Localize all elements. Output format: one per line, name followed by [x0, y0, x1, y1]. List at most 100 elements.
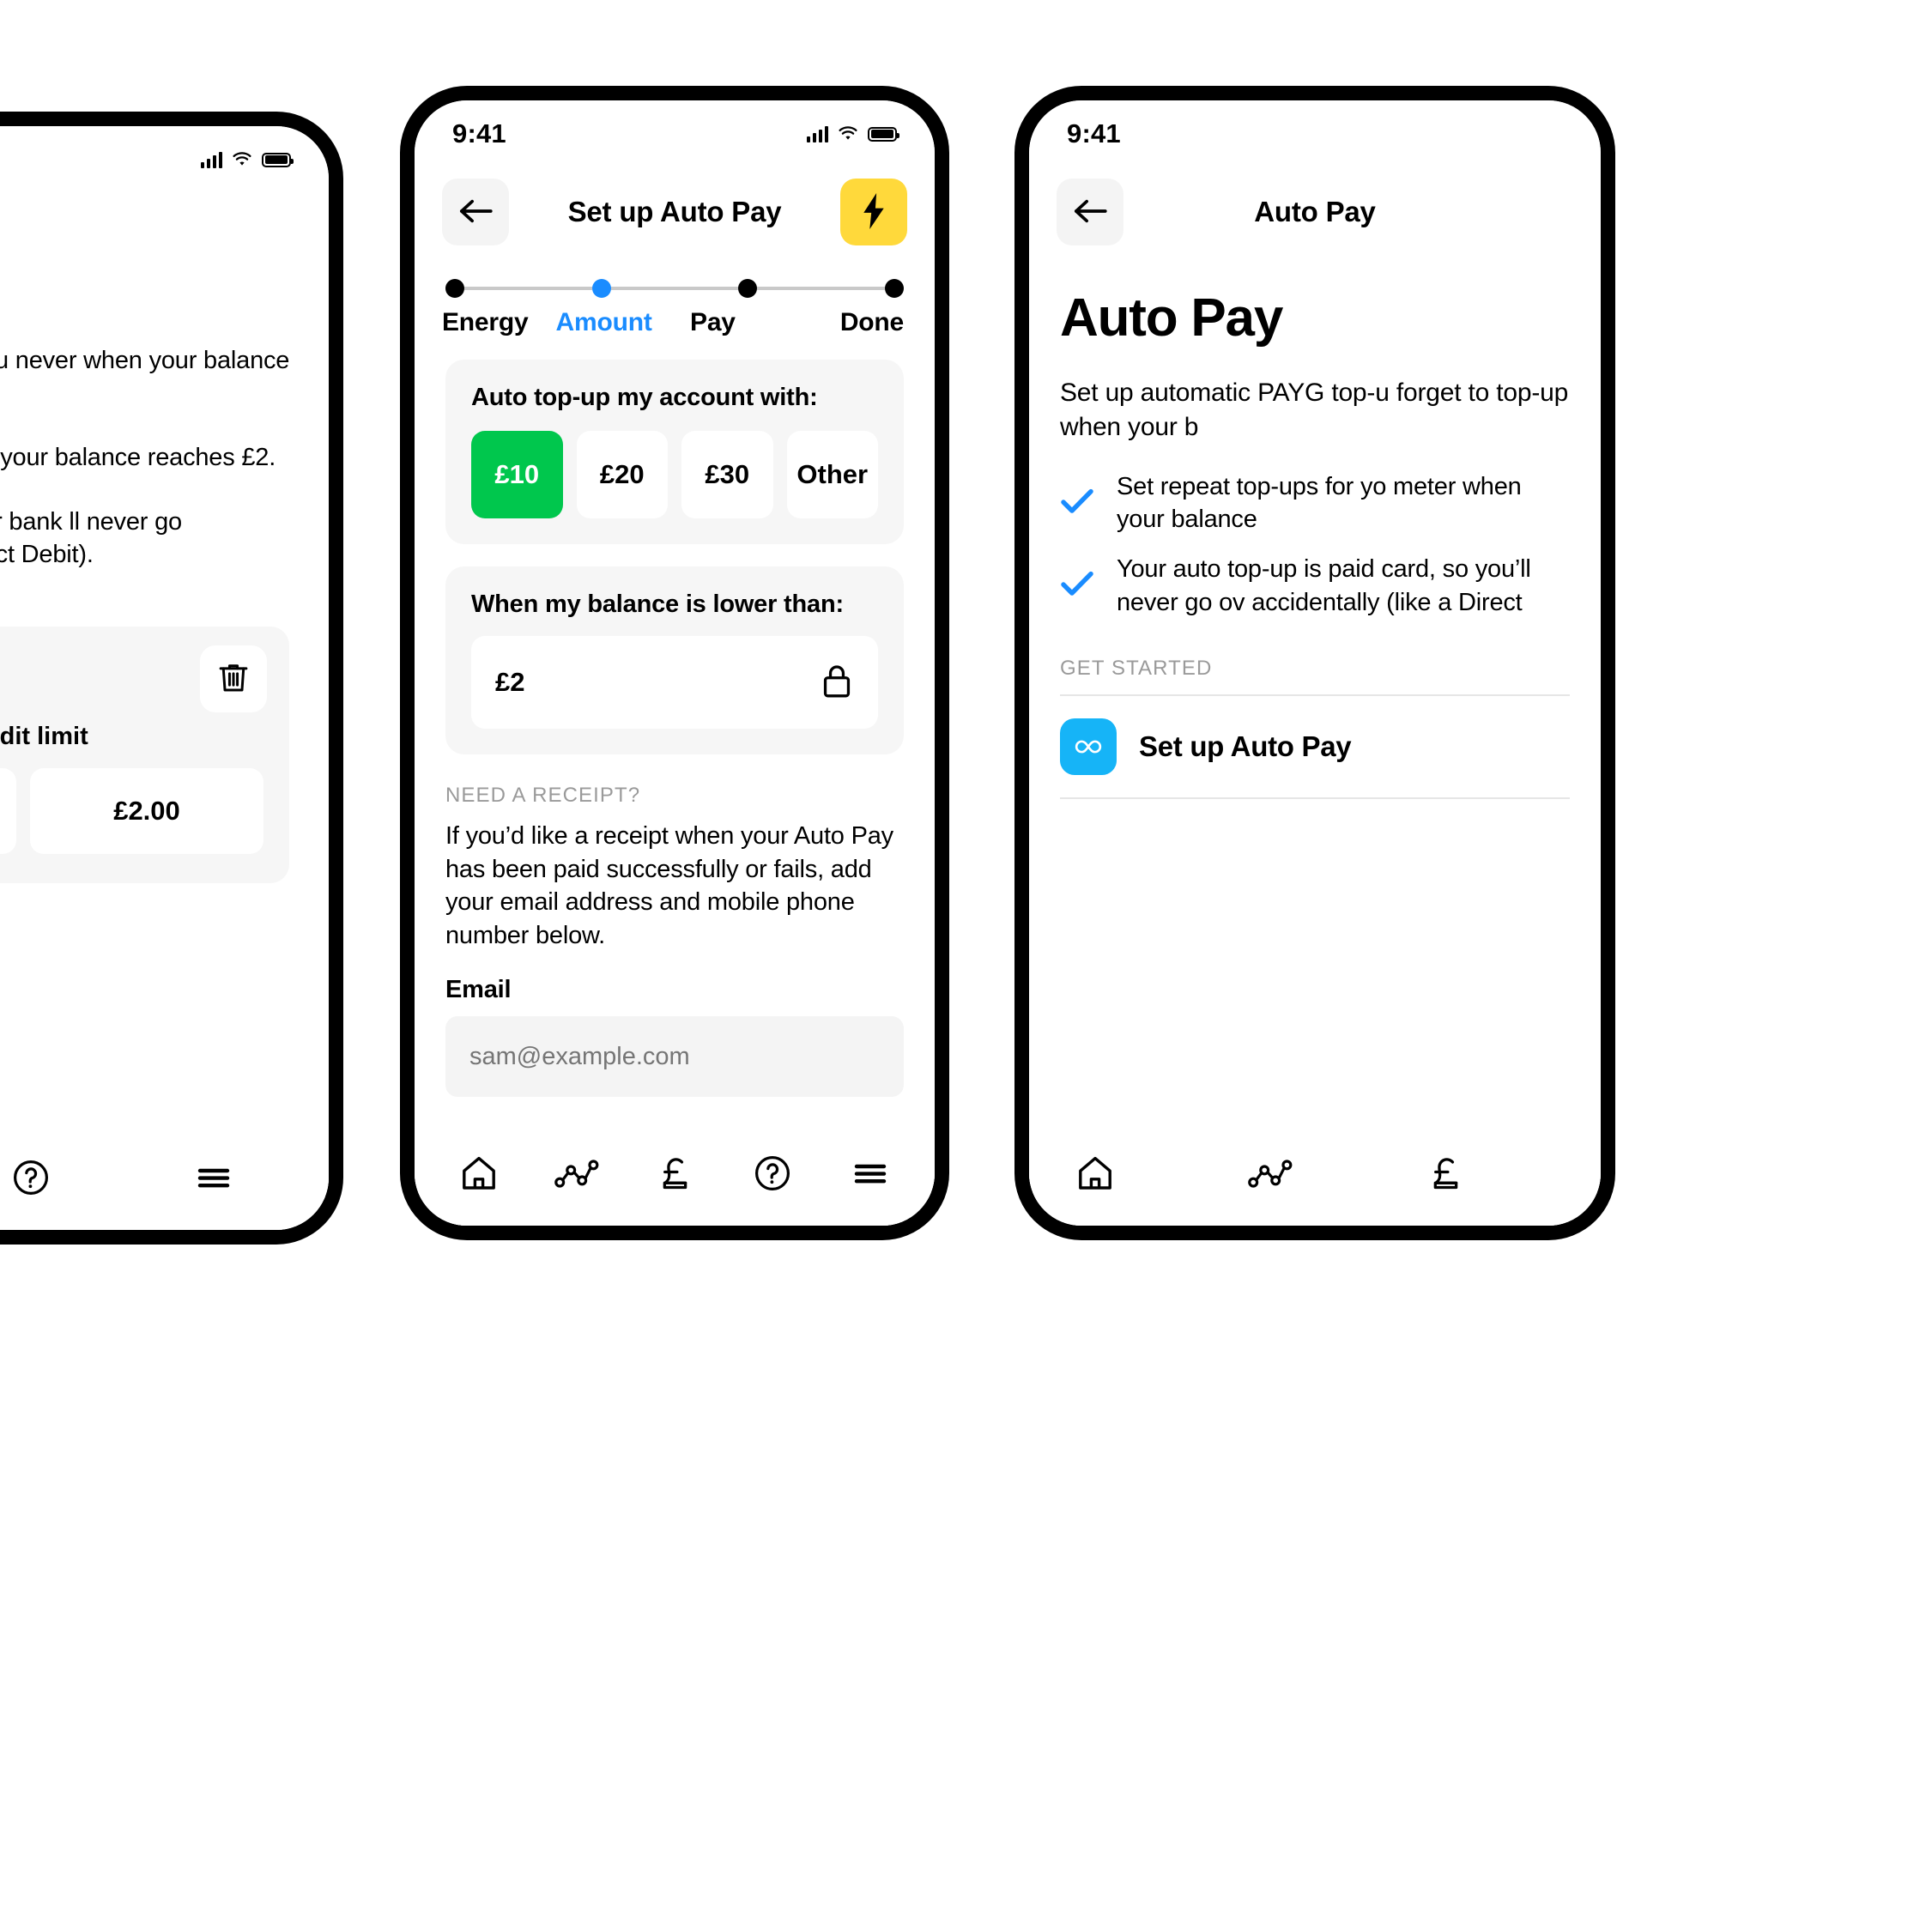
help-icon	[752, 1153, 793, 1196]
tab-help[interactable]	[0, 1142, 68, 1215]
phone-left-content: c PAYG top-ups so you never when your ba…	[0, 284, 329, 883]
status-time-mid: 9:41	[452, 118, 506, 148]
signal-icon	[200, 151, 222, 168]
back-button[interactable]	[1057, 179, 1123, 245]
set-up-auto-pay-label: Set up Auto Pay	[1139, 730, 1352, 762]
step-label-pay[interactable]: Pay	[663, 308, 797, 337]
phone-right: 9:41 Auto Pay Auto Pay Set up automatic …	[1014, 86, 1615, 1240]
lock-icon	[820, 662, 854, 704]
usage-chart-icon	[554, 1156, 599, 1193]
tab-usage[interactable]	[1233, 1137, 1307, 1211]
set-up-auto-pay-row[interactable]: Set up Auto Pay	[1060, 693, 1570, 799]
tab-usage[interactable]	[540, 1137, 614, 1211]
signal-icon	[806, 125, 828, 142]
nav-bar-left: Auto Pay	[0, 181, 329, 276]
tab-menu[interactable]	[177, 1142, 251, 1215]
wifi-icon	[838, 126, 858, 142]
menu-icon	[193, 1157, 234, 1201]
tab-balance[interactable]	[1408, 1137, 1482, 1211]
stepper-track	[445, 279, 905, 298]
receipt-body: If you’d like a receipt when your Auto P…	[445, 822, 893, 949]
delete-button[interactable]	[200, 645, 267, 712]
list-item: Your auto top-up is paid card, so you’ll…	[1060, 553, 1570, 619]
benefit-text-1: Set repeat top-ups for yo meter when you…	[1117, 472, 1522, 534]
email-label: Email	[445, 976, 512, 1004]
left-paragraph-3: op-up is paid with your bank ll never go…	[0, 507, 182, 569]
balance-threshold-value: £2	[495, 667, 525, 697]
step-label-done[interactable]: Done	[797, 308, 904, 337]
benefits-list: Set repeat top-ups for yo meter when you…	[1060, 470, 1570, 619]
stepper-line	[757, 287, 886, 290]
credit-limit-card: Credit limit £2.00	[0, 626, 289, 883]
tab-menu[interactable]	[833, 1137, 907, 1211]
tab-home[interactable]	[1058, 1137, 1132, 1211]
stepper-line	[464, 287, 592, 290]
step-dot-energy[interactable]	[445, 279, 464, 298]
email-input[interactable]	[445, 1016, 904, 1098]
back-button[interactable]	[442, 179, 509, 245]
check-icon	[1060, 488, 1094, 519]
help-icon	[10, 1157, 51, 1201]
left-paragraph-1: c PAYG top-ups so you never when your ba…	[0, 347, 290, 374]
amount-option-20[interactable]: £20	[576, 431, 668, 518]
credit-limit-field-partial[interactable]	[0, 767, 16, 854]
phone-left: Auto Pay c PAYG top-ups so you never whe…	[0, 112, 343, 1245]
infinity-icon	[1060, 718, 1117, 775]
status-icons	[200, 151, 294, 168]
amount-option-10[interactable]: £10	[471, 431, 563, 518]
battery-icon	[868, 126, 899, 142]
phone-right-screen: 9:41 Auto Pay Auto Pay Set up automatic …	[1029, 100, 1601, 1226]
step-label-energy[interactable]: Energy	[442, 308, 529, 337]
tab-bar-right	[1029, 1123, 1601, 1226]
receipt-eyebrow: NEED A RECEIPT?	[445, 784, 641, 807]
status-bar-right: 9:41	[1029, 100, 1601, 155]
step-dot-amount[interactable]	[591, 279, 611, 298]
phone-right-content: Auto Pay Set up automatic PAYG top-u for…	[1029, 250, 1601, 799]
menu-icon	[850, 1153, 891, 1196]
tab-bar-mid	[415, 1123, 935, 1226]
topup-amount-title: Auto top-up my account with:	[471, 384, 818, 411]
usage-chart-icon	[1248, 1156, 1293, 1193]
nav-bar-right: Auto Pay	[1029, 155, 1601, 250]
pound-icon	[1426, 1152, 1465, 1197]
status-bar-mid: 9:41	[415, 100, 935, 155]
lightning-bolt-icon	[861, 192, 887, 232]
wifi-icon	[232, 152, 252, 167]
amount-option-30[interactable]: £30	[681, 431, 773, 518]
balance-threshold-title: When my balance is lower than:	[471, 591, 844, 618]
stepper-line	[610, 287, 739, 290]
topup-amount-card: Auto top-up my account with: £10 £20 £30…	[445, 360, 904, 544]
credit-limit-value[interactable]: £2.00	[30, 767, 263, 854]
step-label-amount[interactable]: Amount	[529, 308, 663, 337]
balance-threshold-field[interactable]: £2	[471, 636, 878, 729]
energy-boost-button[interactable]	[840, 179, 907, 245]
tab-balance[interactable]	[638, 1137, 712, 1211]
tab-help[interactable]	[736, 1137, 809, 1211]
arrow-left-icon	[1072, 197, 1108, 228]
amount-options: £10 £20 £30 Other	[471, 431, 878, 518]
tab-home[interactable]	[442, 1137, 516, 1211]
page-title-left: Auto Pay	[0, 221, 329, 254]
step-dot-pay[interactable]	[738, 279, 758, 298]
left-paragraph-2: op-ups for your PAYG your balance reache…	[0, 444, 276, 472]
screenshot-canvas: Auto Pay c PAYG top-ups so you never whe…	[0, 0, 1932, 1932]
status-bar-left	[0, 126, 329, 181]
phone-left-screen: Auto Pay c PAYG top-ups so you never whe…	[0, 126, 329, 1230]
list-item: Set repeat top-ups for yo meter when you…	[1060, 470, 1570, 536]
balance-threshold-card: When my balance is lower than: £2	[445, 566, 904, 754]
heading-auto-pay: Auto Pay	[1060, 288, 1283, 348]
nav-bar-mid: Set up Auto Pay	[415, 155, 935, 250]
battery-icon	[262, 152, 294, 167]
tab-bar-left	[0, 1127, 329, 1230]
amount-option-other[interactable]: Other	[786, 431, 878, 518]
home-icon	[1075, 1153, 1116, 1196]
credit-limit-fields: £2.00	[0, 767, 263, 854]
progress-stepper: Energy Amount Pay Done	[415, 250, 935, 337]
step-dot-done[interactable]	[885, 279, 905, 298]
check-icon	[1060, 570, 1094, 602]
intro-paragraph: Set up automatic PAYG top-u forget to to…	[1060, 379, 1569, 441]
pound-icon	[655, 1152, 694, 1197]
status-time-right: 9:41	[1067, 118, 1121, 148]
credit-limit-label: Credit limit	[0, 722, 88, 750]
